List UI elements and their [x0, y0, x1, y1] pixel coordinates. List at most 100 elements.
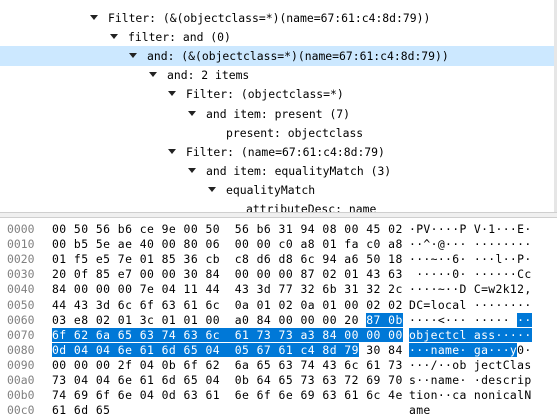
- hex-bytes[interactable]: 44 43 3d 6c 6f 63 61 6c 0a 01 02 0a 01 0…: [52, 297, 403, 313]
- hex-row[interactable]: 0080 0d 04 04 6e 61 6d 65 04 05 67 61 c4 …: [0, 342, 557, 358]
- expand-arrow-icon[interactable]: [129, 53, 137, 59]
- hex-row[interactable]: 0030 20 0f 85 e7 00 00 30 84 00 00 00 87 …: [0, 266, 557, 282]
- hex-ascii[interactable]: objectcl ass·····: [409, 327, 532, 343]
- hex-ascii[interactable]: ···/··ob jectClas: [409, 357, 532, 373]
- hex-bytes[interactable]: 74 69 6f 6e 04 0d 63 61 6e 6f 6e 69 63 6…: [52, 387, 403, 403]
- hex-bytes-text: 00 00 00 2f 04 0b 6f 62 6a 65 63 74 43 6…: [52, 357, 403, 372]
- hex-bytes-text: 00 b5 5e ae 40 00 80 06 00 00 c0 a8 01 f…: [52, 237, 403, 252]
- hex-offset: 0060: [7, 312, 35, 327]
- hex-row[interactable]: 0090 00 00 00 2f 04 0b 6f 62 6a 65 63 74 …: [0, 357, 557, 373]
- hex-ascii-text: DC=local ········: [409, 297, 532, 312]
- tree-row[interactable]: Filter: (&(objectclass=*)(name=67:61:c4:…: [0, 8, 557, 28]
- hex-row[interactable]: 00b0 74 69 6f 6e 04 0d 63 61 6e 6f 6e 69 …: [0, 387, 557, 403]
- tree-row[interactable]: and item: equalityMatch (3): [0, 161, 557, 181]
- hex-ascii-text: ···~··6· ···l··P·: [409, 252, 532, 267]
- hex-row[interactable]: 0040 84 00 00 00 7e 04 11 44 43 3d 77 32 …: [0, 281, 557, 297]
- hex-bytes-text: 00 50 56 b6 ce 9e 00 50 56 b6 31 94 08 0…: [52, 222, 403, 236]
- hex-ascii-text: ··^·@··· ········: [409, 237, 532, 252]
- hex-offset: 0000: [7, 222, 35, 236]
- hex-ascii[interactable]: ···name· ga···y0·: [409, 342, 532, 358]
- hex-offset: 00a0: [7, 373, 35, 387]
- tree-row-label: and item: equalityMatch (3): [206, 163, 392, 178]
- hex-bytes-text: 44 43 3d 6c 6f 63 61 6c 0a 01 02 0a 01 0…: [52, 297, 403, 312]
- hex-ascii[interactable]: tion··ca nonicalN: [409, 387, 532, 403]
- expand-arrow-icon[interactable]: [110, 34, 118, 40]
- tree-row[interactable]: Filter: (objectclass=*): [0, 84, 557, 104]
- hex-ascii[interactable]: ·PV····P V·1···E·: [409, 221, 532, 237]
- hex-row[interactable]: 00c0 61 6d 65 ame: [0, 402, 557, 418]
- hex-bytes[interactable]: 0d 04 04 6e 61 6d 65 04 05 67 61 c4 8d 7…: [52, 342, 403, 358]
- tree-row[interactable]: and item: present (7): [0, 104, 557, 124]
- tree-row-label: Filter: (name=67:61:c4:8d:79): [186, 144, 385, 159]
- packet-details-pane[interactable]: Filter: (&(objectclass=*)(name=67:61:c4:…: [0, 0, 557, 212]
- hex-ascii-text: ·PV····P V·1···E·: [409, 222, 532, 236]
- hex-ascii[interactable]: ··^·@··· ········: [409, 236, 532, 252]
- hex-bytes[interactable]: 00 50 56 b6 ce 9e 00 50 56 b6 31 94 08 0…: [52, 221, 403, 237]
- hex-bytes-text: 20 0f 85 e7 00 00 30 84 00 00 00 87 02 0…: [52, 267, 403, 282]
- hex-ascii[interactable]: s··name· ·descrip: [409, 372, 532, 388]
- expand-arrow-icon[interactable]: [188, 167, 196, 173]
- tree-row[interactable]: attributeDesc: name: [0, 199, 557, 212]
- hex-ascii-text: tion··ca nonicalN: [409, 388, 532, 403]
- hex-bytes[interactable]: 00 b5 5e ae 40 00 80 06 00 00 c0 a8 01 f…: [52, 236, 403, 252]
- hex-row[interactable]: 0060 03 e8 02 01 3c 01 01 00 a0 84 00 00 …: [0, 312, 557, 328]
- tree-row-label: present: objectclass: [226, 125, 364, 140]
- expand-arrow-icon[interactable]: [188, 110, 196, 116]
- hex-ascii-text: ···/··ob jectClas: [409, 357, 532, 372]
- tree-row[interactable]: present: objectclass: [0, 123, 557, 143]
- hex-row[interactable]: 0010 00 b5 5e ae 40 00 80 06 00 00 c0 a8 …: [0, 236, 557, 252]
- packet-bytes-pane[interactable]: 0000 00 50 56 b6 ce 9e 00 50 56 b6 31 94 …: [0, 218, 557, 419]
- expand-arrow-icon[interactable]: [149, 72, 157, 78]
- hex-offset: 0040: [7, 282, 35, 297]
- hex-offset: 0020: [7, 252, 35, 267]
- tree-row-label: and: (&(objectclass=*)(name=67:61:c4:8d:…: [147, 49, 449, 64]
- hex-row[interactable]: 0000 00 50 56 b6 ce 9e 00 50 56 b6 31 94 …: [0, 221, 557, 237]
- hex-offset: 0050: [7, 297, 35, 312]
- hex-bytes[interactable]: 00 00 00 2f 04 0b 6f 62 6a 65 63 74 43 6…: [52, 357, 403, 373]
- expand-arrow-icon[interactable]: [90, 15, 98, 20]
- hex-bytes[interactable]: 84 00 00 00 7e 04 11 44 43 3d 77 32 6b 3…: [52, 281, 403, 297]
- hex-bytes[interactable]: 01 f5 e5 7e 01 85 36 cb c8 d6 d8 6c 94 a…: [52, 251, 403, 267]
- hex-bytes-text: 30 84: [358, 342, 403, 357]
- hex-offset: 0070: [7, 327, 35, 342]
- hex-bytes[interactable]: 73 04 04 6e 61 6d 65 04 0b 64 65 73 63 7…: [52, 372, 403, 388]
- hex-ascii[interactable]: ···~··6· ···l··P·: [409, 251, 532, 267]
- tree-row[interactable]: filter: and (0): [0, 27, 557, 47]
- expand-arrow-icon[interactable]: [168, 91, 176, 97]
- hex-ascii-text: ····~··D C=w2k12,: [409, 282, 532, 297]
- hex-ascii[interactable]: ····~··D C=w2k12,: [409, 281, 532, 297]
- hex-ascii-text: ····<··· ·····: [409, 312, 518, 327]
- tree-row[interactable]: Filter: (name=67:61:c4:8d:79): [0, 142, 557, 162]
- hex-ascii[interactable]: DC=local ········: [409, 297, 532, 313]
- tree-row-label: equalityMatch: [226, 182, 316, 197]
- hex-ascii[interactable]: ····<··· ····· ··: [409, 312, 532, 328]
- hex-row[interactable]: 0020 01 f5 e5 7e 01 85 36 cb c8 d6 d8 6c …: [0, 251, 557, 267]
- hex-ascii-text: s··name· ·descrip: [409, 373, 532, 387]
- tree-row-label: Filter: (objectclass=*): [186, 87, 344, 102]
- hex-bytes-text: 84 00 00 00 7e 04 11 44 43 3d 77 32 6b 3…: [52, 282, 403, 297]
- tree-row[interactable]: equalityMatch: [0, 180, 557, 200]
- expand-arrow-icon[interactable]: [208, 186, 216, 192]
- hex-offset: 00c0: [7, 403, 35, 418]
- hex-bytes-selected: 6f 62 6a 65 63 74 63 6c 61 73 73 a3 84 0…: [52, 327, 403, 342]
- hex-bytes[interactable]: 20 0f 85 e7 00 00 30 84 00 00 00 87 02 0…: [52, 266, 403, 282]
- tree-row[interactable]: and: (&(objectclass=*)(name=67:61:c4:8d:…: [0, 46, 557, 67]
- hex-ascii-selected: ··: [517, 312, 532, 327]
- hex-ascii[interactable]: ·····0· ······Cc: [409, 266, 532, 282]
- tree-row-label: and: 2 items: [167, 68, 250, 83]
- hex-bytes[interactable]: 61 6d 65: [52, 402, 110, 418]
- hex-offset: 00b0: [7, 388, 35, 403]
- hex-row[interactable]: 0070 6f 62 6a 65 63 74 63 6c 61 73 73 a3 …: [0, 327, 557, 343]
- hex-ascii-text: ame: [409, 403, 431, 418]
- hex-ascii-text: 0·: [517, 342, 532, 357]
- hex-row[interactable]: 0050 44 43 3d 6c 6f 63 61 6c 0a 01 02 0a …: [0, 297, 557, 313]
- expand-arrow-icon[interactable]: [168, 148, 176, 154]
- hex-row[interactable]: 00a0 73 04 04 6e 61 6d 65 04 0b 64 65 73 …: [0, 372, 557, 388]
- hex-bytes-selected: 87 0b: [366, 312, 403, 327]
- hex-ascii-text: ·····0· ······Cc: [409, 267, 532, 282]
- tree-row[interactable]: and: 2 items: [0, 65, 557, 85]
- tree-row-label: Filter: (&(objectclass=*)(name=67:61:c4:…: [108, 11, 431, 25]
- hex-ascii[interactable]: ame: [409, 402, 431, 418]
- hex-bytes[interactable]: 6f 62 6a 65 63 74 63 6c 61 73 73 a3 84 0…: [52, 327, 403, 343]
- hex-bytes[interactable]: 03 e8 02 01 3c 01 01 00 a0 84 00 00 00 2…: [52, 312, 403, 328]
